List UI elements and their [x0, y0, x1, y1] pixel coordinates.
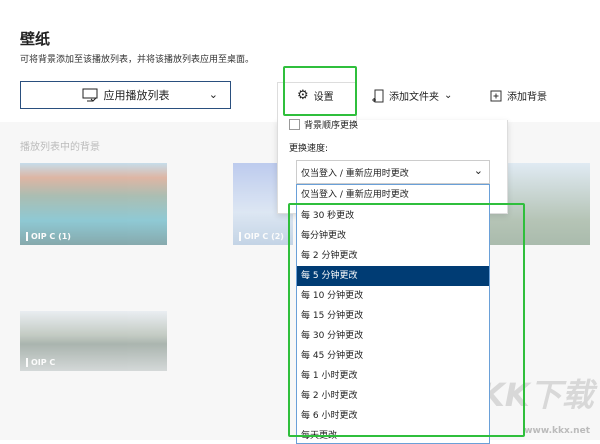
monitor-icon — [82, 88, 97, 102]
speed-select[interactable]: 仅当登入 / 重新应用时更改 ⌄ — [296, 160, 490, 184]
speed-option[interactable]: 每 10 分钟更改 — [297, 286, 489, 306]
speed-option[interactable]: 每天更改 — [297, 426, 489, 443]
page-subtitle: 可将背景添加至该播放列表，并将该播放列表应用至桌面。 — [20, 55, 255, 65]
speed-option[interactable]: 每 15 分钟更改 — [297, 306, 489, 326]
speed-label: 更换速度: — [289, 144, 329, 154]
speed-option[interactable]: 每 30 分钟更改 — [297, 326, 489, 346]
watermark-logo: KK下载 — [480, 376, 594, 414]
speed-option[interactable]: 每 30 秒更改 — [297, 206, 489, 226]
gear-icon: ⚙ — [297, 88, 309, 103]
speed-option[interactable]: 每 1 小时更改 — [297, 366, 489, 386]
thumbnail[interactable]: OIP C — [20, 311, 167, 371]
add-folder-icon — [372, 89, 384, 102]
add-background-button[interactable]: 添加背景 — [490, 88, 547, 103]
speed-options-list: 仅当登入 / 重新应用时更改每 30 秒更改 每分钟更改每 2 分钟更改每 5 分… — [296, 184, 490, 444]
settings-button[interactable]: ⚙ 设置 — [297, 88, 334, 103]
panel-label: 播放列表中的背景 — [20, 142, 100, 153]
speed-option[interactable]: 每 45 分钟更改 — [297, 346, 489, 366]
speed-option[interactable]: 每 2 分钟更改 — [297, 246, 489, 266]
shuffle-label: 背景顺序更换 — [304, 121, 359, 131]
add-folder-label: 添加文件夹 — [389, 92, 439, 103]
watermark-url: www.kkx.net — [524, 426, 590, 436]
chevron-down-icon: ⌄ — [473, 164, 483, 177]
chevron-down-icon: ⌄ — [444, 90, 453, 101]
add-background-label: 添加背景 — [507, 92, 547, 103]
speed-option[interactable]: 仅当登入 / 重新应用时更改 — [297, 185, 489, 206]
speed-option[interactable]: 每 2 小时更改 — [297, 386, 489, 406]
speed-option[interactable]: 每 6 小时更改 — [297, 406, 489, 426]
apply-playlist-label: 应用播放列表 — [103, 89, 170, 102]
speed-option[interactable]: 每分钟更改 — [297, 226, 489, 246]
settings-label: 设置 — [313, 92, 334, 103]
shuffle-checkbox[interactable] — [289, 119, 300, 130]
apply-playlist-button[interactable]: 应用播放列表 ⌄ — [20, 81, 231, 109]
speed-option[interactable]: 每 5 分钟更改 — [297, 266, 489, 286]
add-folder-button[interactable]: 添加文件夹 ⌄ — [372, 88, 452, 103]
speed-value: 仅当登入 / 重新应用时更改 — [301, 169, 409, 179]
page-title: 壁纸 — [20, 30, 51, 48]
thumbnail[interactable]: OIP C (1) — [20, 163, 167, 245]
add-image-icon — [490, 90, 502, 101]
chevron-down-icon[interactable]: ⌄ — [209, 88, 218, 101]
